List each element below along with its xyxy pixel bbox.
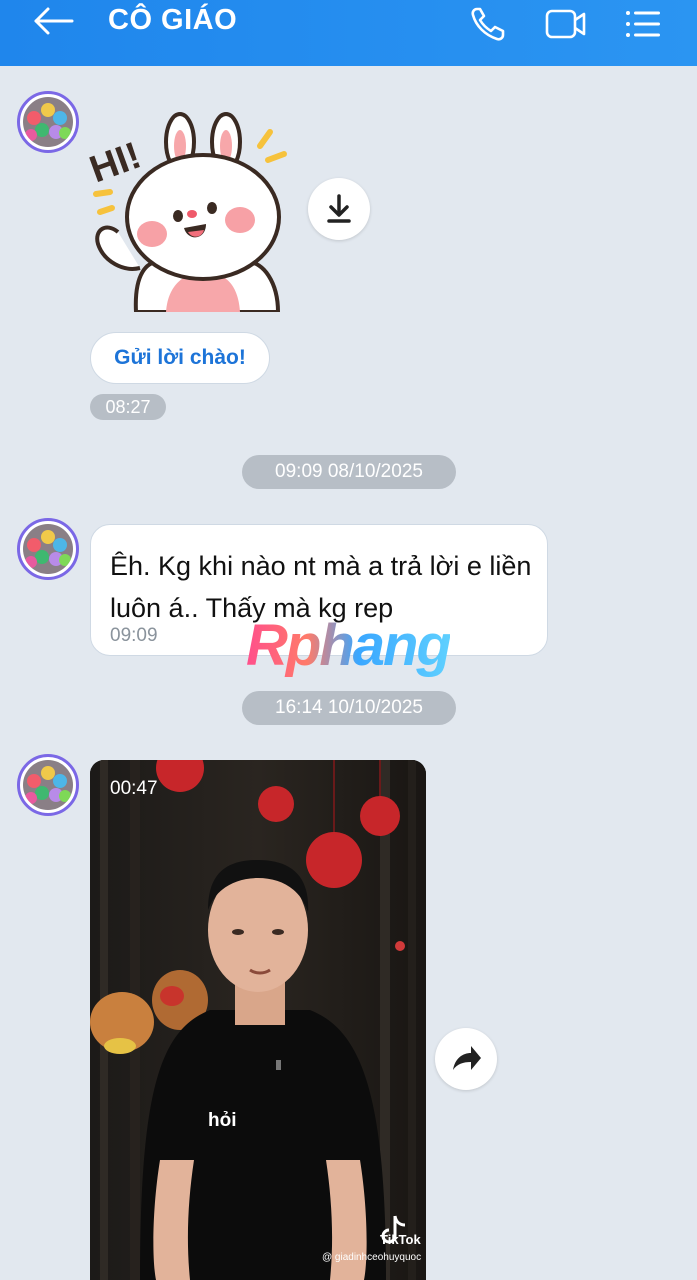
video-thumbnail bbox=[90, 760, 426, 1280]
back-arrow-icon[interactable] bbox=[32, 6, 76, 36]
avatar[interactable] bbox=[17, 91, 79, 153]
chat-title: CÔ GIÁO bbox=[108, 4, 238, 36]
message-time: 08:27 bbox=[90, 394, 166, 420]
video-duration: 00:47 bbox=[110, 778, 158, 799]
date-divider: 16:14 10/10/2025 bbox=[242, 691, 456, 725]
date-divider: 09:09 08/10/2025 bbox=[242, 455, 456, 489]
download-button[interactable] bbox=[308, 178, 370, 240]
video-call-icon[interactable] bbox=[544, 4, 588, 49]
menu-list-icon[interactable] bbox=[622, 4, 664, 49]
download-icon bbox=[327, 194, 351, 223]
avatar[interactable] bbox=[17, 754, 79, 816]
watermark-logo: Rphang bbox=[246, 613, 452, 678]
video-caption: hỏi bbox=[208, 1110, 237, 1131]
video-source-handle: @ giadinhceohuyquoc bbox=[322, 1252, 422, 1263]
share-arrow-icon bbox=[453, 1046, 481, 1070]
tiktok-logo-text: TikTok bbox=[380, 1232, 421, 1247]
message-time: 09:09 bbox=[110, 625, 158, 646]
avatar[interactable] bbox=[17, 518, 79, 580]
send-greeting-button[interactable]: Gửi lời chào! bbox=[90, 332, 270, 384]
forward-button[interactable] bbox=[435, 1028, 497, 1090]
chat-header: CÔ GIÁO bbox=[0, 0, 697, 66]
hi-bunny-sticker[interactable]: HI! bbox=[85, 112, 303, 314]
phone-icon[interactable] bbox=[468, 4, 508, 49]
video-message[interactable]: 00:47 hỏi TikTok @ giadinhceohuyquoc bbox=[90, 760, 426, 1280]
